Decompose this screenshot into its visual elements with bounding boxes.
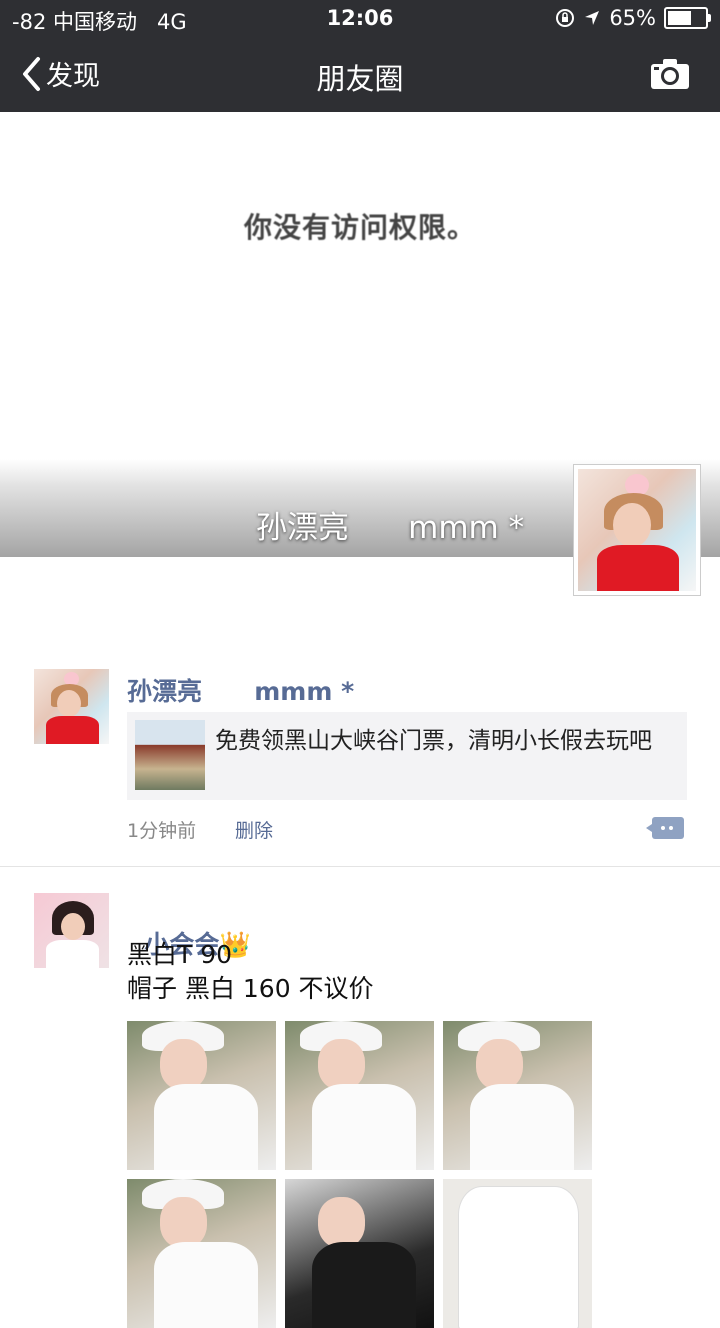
page-title: 朋友圈 bbox=[316, 62, 404, 96]
post-text-line: 帽子 黑白 160 不议价 bbox=[127, 974, 374, 1003]
tee bbox=[311, 1083, 417, 1170]
link-title: 免费领黑山大峡谷门票，清明小长假去玩吧 bbox=[215, 728, 652, 754]
face bbox=[159, 1038, 208, 1090]
face bbox=[159, 1196, 208, 1248]
rotation-lock-icon bbox=[556, 9, 575, 27]
face bbox=[317, 1038, 366, 1090]
post-image[interactable] bbox=[127, 1179, 276, 1328]
face bbox=[317, 1196, 366, 1248]
tee bbox=[153, 1241, 259, 1328]
post-image[interactable] bbox=[127, 1021, 276, 1170]
camera-button[interactable] bbox=[650, 58, 690, 94]
post-image[interactable] bbox=[443, 1021, 592, 1170]
status-bar: -82 中国移动 4G 12:06 65% bbox=[0, 0, 720, 38]
shirt bbox=[46, 715, 99, 744]
avatar-photo bbox=[34, 893, 109, 968]
post-image[interactable] bbox=[285, 1021, 434, 1170]
shirt bbox=[46, 939, 99, 968]
face bbox=[475, 1038, 524, 1090]
post-text-line: 黑白T 90 bbox=[127, 940, 233, 969]
battery-percent: 65% bbox=[609, 6, 656, 30]
camera-icon bbox=[651, 59, 689, 89]
profile-photo bbox=[578, 469, 696, 591]
face bbox=[613, 503, 652, 548]
face bbox=[61, 912, 85, 940]
post-text: 黑白T 90 帽子 黑白 160 不议价 bbox=[127, 938, 374, 1006]
post-image[interactable] bbox=[443, 1179, 592, 1328]
post-time: 1分钟前 bbox=[127, 820, 197, 842]
face bbox=[56, 690, 81, 717]
nav-bar: 发现 朋友圈 bbox=[0, 38, 720, 112]
post-image[interactable] bbox=[285, 1179, 434, 1328]
profile-avatar[interactable] bbox=[573, 464, 701, 596]
delete-link[interactable]: 删除 bbox=[235, 816, 273, 843]
post-divider bbox=[0, 866, 720, 867]
link-thumbnail bbox=[135, 720, 205, 790]
shared-link-card[interactable]: 免费领黑山大峡谷门票，清明小长假去玩吧 bbox=[127, 712, 687, 800]
post-avatar[interactable] bbox=[34, 893, 109, 968]
battery-fill bbox=[668, 11, 691, 25]
tee bbox=[469, 1083, 575, 1170]
tee bbox=[311, 1241, 417, 1328]
post-author-name[interactable]: 孙漂亮 mmm * bbox=[127, 672, 354, 708]
shirt bbox=[596, 544, 680, 591]
cover-profile-name: 孙漂亮 mmm * bbox=[256, 510, 525, 546]
no-access-message: 你没有访问权限。 bbox=[243, 211, 476, 244]
tee bbox=[153, 1083, 259, 1170]
location-arrow-icon bbox=[585, 11, 600, 25]
comment-icon[interactable] bbox=[646, 817, 684, 839]
post-avatar[interactable] bbox=[34, 669, 109, 744]
status-right: 65% bbox=[555, 6, 711, 30]
battery-icon bbox=[664, 7, 711, 29]
tee bbox=[457, 1186, 580, 1328]
avatar-photo bbox=[34, 669, 109, 744]
